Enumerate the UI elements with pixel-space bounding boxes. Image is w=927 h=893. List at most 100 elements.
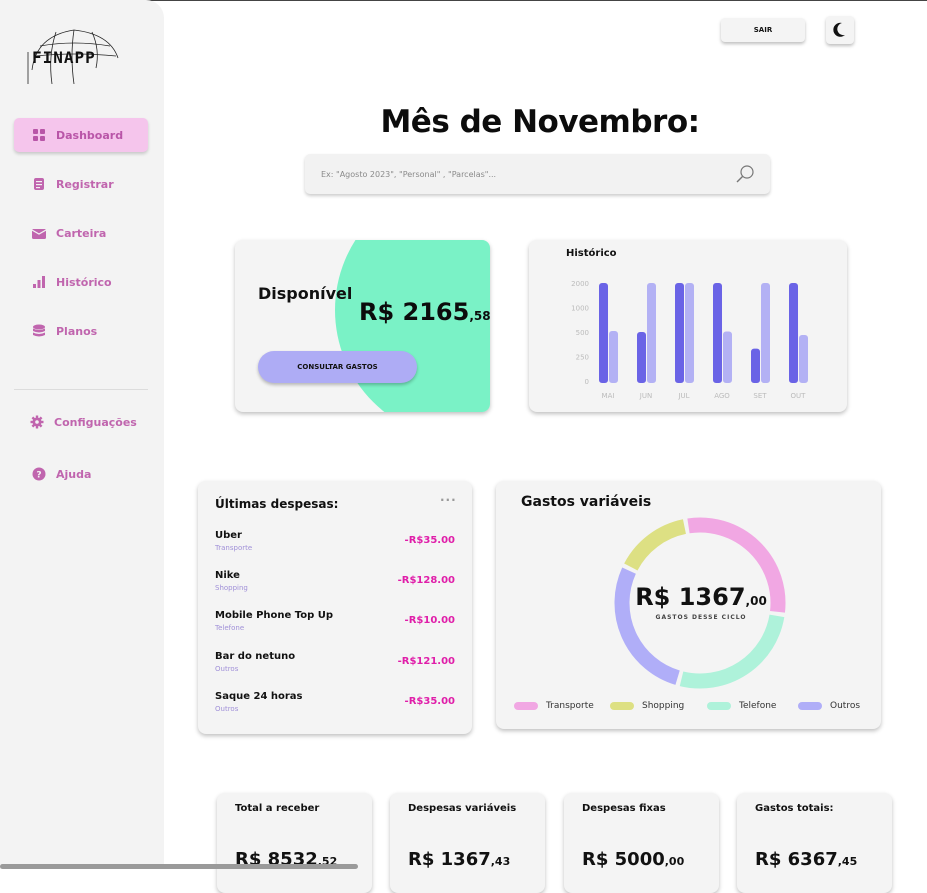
sidebar-divider bbox=[14, 389, 148, 390]
bar bbox=[637, 332, 646, 383]
x-tick-label: OUT bbox=[791, 392, 807, 400]
expense-category: Shopping bbox=[215, 584, 248, 592]
sidebar-item-planos[interactable]: Planos bbox=[14, 314, 148, 348]
summary-title: Gastos totais: bbox=[755, 803, 834, 814]
chart-title: Histórico bbox=[566, 248, 617, 259]
list-item[interactable]: Mobile Phone Top Up Telefone -R$10.00 bbox=[215, 610, 455, 640]
theme-toggle-button[interactable] bbox=[826, 16, 854, 44]
search-bar bbox=[305, 154, 770, 194]
summary-title: Total a receber bbox=[235, 803, 320, 814]
sidebar-item-dashboard[interactable]: Dashboard bbox=[14, 118, 148, 152]
variable-expenses-card: Gastos variáveis R$ 1367,00 GASTOS DESSE… bbox=[496, 481, 881, 729]
list-item[interactable]: Saque 24 horas Outros -R$35.00 bbox=[215, 691, 455, 721]
sidebar-item-label: Registrar bbox=[56, 177, 114, 191]
history-chart-card: 0 250 500 1000 2000 MAI JUN JUL AGO SET OUT Histór… bbox=[529, 240, 847, 412]
bar bbox=[789, 283, 798, 383]
legend-swatch bbox=[610, 702, 634, 710]
legend-swatch bbox=[798, 702, 822, 710]
expense-name: Uber bbox=[215, 530, 242, 541]
history-chart: 0 250 500 1000 2000 MAI JUN JUL AGO SET OUT bbox=[571, 280, 808, 400]
sidebar-item-historico[interactable]: Histórico bbox=[14, 265, 148, 299]
summary-card-total-receber: Total a receber R$ 8532,52 bbox=[217, 793, 372, 893]
y-tick-label: 500 bbox=[576, 329, 589, 337]
donut-slice bbox=[624, 519, 687, 571]
legend-item-telefone: Telefone bbox=[707, 701, 776, 711]
expense-name: Saque 24 horas bbox=[215, 691, 303, 702]
page-title: Mês de Novembro: bbox=[380, 104, 700, 140]
bar-chart-icon bbox=[33, 276, 45, 288]
sidebar-item-label: Planos bbox=[56, 324, 98, 338]
sidebar-item-label: Histórico bbox=[56, 275, 112, 289]
x-tick-label: JUL bbox=[677, 392, 689, 400]
bar bbox=[599, 283, 608, 383]
expense-name: Bar do netuno bbox=[215, 651, 296, 662]
list-item[interactable]: Nike Shopping -R$128.00 bbox=[215, 570, 455, 600]
logout-button[interactable]: SAIR bbox=[721, 18, 805, 42]
summary-title: Despesas variáveis bbox=[408, 803, 517, 814]
document-icon bbox=[34, 178, 44, 190]
sidebar-item-label: Ajuda bbox=[56, 467, 92, 481]
expense-value: -R$35.00 bbox=[404, 696, 455, 707]
donut-slice bbox=[679, 614, 785, 689]
sidebar: FINAPP Dashboard Registrar Carteira Hist… bbox=[0, 0, 164, 869]
help-icon: ? bbox=[32, 467, 46, 481]
search-icon[interactable] bbox=[734, 163, 756, 185]
donut-center-amount: R$ 1367,00 bbox=[635, 583, 767, 611]
database-icon bbox=[33, 324, 45, 337]
legend-label: Shopping bbox=[642, 701, 685, 711]
expense-value: -R$10.00 bbox=[404, 615, 455, 626]
legend-item-shopping: Shopping bbox=[610, 701, 684, 711]
available-amount: R$ 2165,58 bbox=[359, 298, 490, 326]
y-tick-label: 2000 bbox=[571, 280, 589, 288]
legend-swatch bbox=[514, 702, 538, 710]
svg-text:?: ? bbox=[36, 471, 41, 481]
horizontal-scrollbar[interactable] bbox=[0, 864, 358, 869]
sidebar-item-label: Configuações bbox=[54, 415, 137, 429]
available-title: Disponível bbox=[258, 284, 353, 303]
gear-icon bbox=[30, 415, 44, 429]
sidebar-item-ajuda[interactable]: ? Ajuda bbox=[14, 457, 148, 491]
sidebar-item-label: Dashboard bbox=[56, 128, 124, 142]
y-tick-label: 1000 bbox=[571, 305, 589, 313]
summary-card-gastos-totais: Gastos totais: R$ 6367,45 bbox=[737, 793, 892, 893]
sidebar-item-carteira[interactable]: Carteira bbox=[14, 216, 148, 250]
grid-icon bbox=[33, 129, 45, 141]
legend-swatch bbox=[707, 702, 731, 710]
summary-card-despesas-fixas: Despesas fixas R$ 5000,00 bbox=[564, 793, 719, 893]
expense-category: Telefone bbox=[215, 624, 245, 632]
x-tick-label: SET bbox=[753, 392, 767, 400]
legend-item-transporte: Transporte bbox=[514, 701, 594, 711]
list-item[interactable]: Bar do netuno Outros -R$121.00 bbox=[215, 651, 455, 681]
recent-expenses-card: Últimas despesas: ··· Uber Transporte -R… bbox=[198, 481, 472, 734]
summary-value: R$ 6367,45 bbox=[755, 849, 858, 870]
legend-label: Transporte bbox=[546, 701, 594, 711]
legend-label: Telefone bbox=[739, 701, 777, 711]
consult-expenses-button[interactable]: CONSULTAR GASTOS bbox=[258, 351, 417, 383]
legend-item-outros: Outros bbox=[798, 701, 860, 711]
sidebar-item-configuracoes[interactable]: Configuações bbox=[14, 405, 148, 439]
sidebar-item-registrar[interactable]: Registrar bbox=[14, 167, 148, 201]
bar bbox=[609, 331, 618, 383]
bar bbox=[713, 283, 722, 383]
donut-center-label: GASTOS DESSE CICLO bbox=[655, 614, 747, 621]
available-balance-card: Disponível R$ 2165,58 CONSULTAR GASTOS bbox=[235, 240, 490, 412]
summary-value: R$ 1367,43 bbox=[408, 849, 511, 870]
logo-text: FINAPP bbox=[32, 48, 96, 67]
decorative-blob bbox=[335, 240, 490, 412]
list-item[interactable]: Uber Transporte -R$35.00 bbox=[215, 530, 455, 560]
search-input[interactable] bbox=[321, 164, 721, 184]
expense-category: Outros bbox=[215, 705, 239, 713]
summary-card-despesas-variaveis: Despesas variáveis R$ 1367,43 bbox=[390, 793, 545, 893]
expense-name: Nike bbox=[215, 570, 240, 581]
more-options-icon[interactable]: ··· bbox=[440, 493, 457, 507]
bar bbox=[761, 283, 770, 383]
sidebar-item-label: Carteira bbox=[56, 226, 107, 240]
bar bbox=[799, 334, 808, 383]
expense-name: Mobile Phone Top Up bbox=[215, 610, 334, 621]
expense-value: -R$121.00 bbox=[397, 656, 455, 667]
expense-value: -R$128.00 bbox=[397, 575, 455, 586]
expense-category: Outros bbox=[215, 665, 239, 673]
bar bbox=[685, 283, 694, 383]
wallet-icon bbox=[32, 229, 46, 239]
x-tick-label: MAI bbox=[602, 392, 615, 400]
